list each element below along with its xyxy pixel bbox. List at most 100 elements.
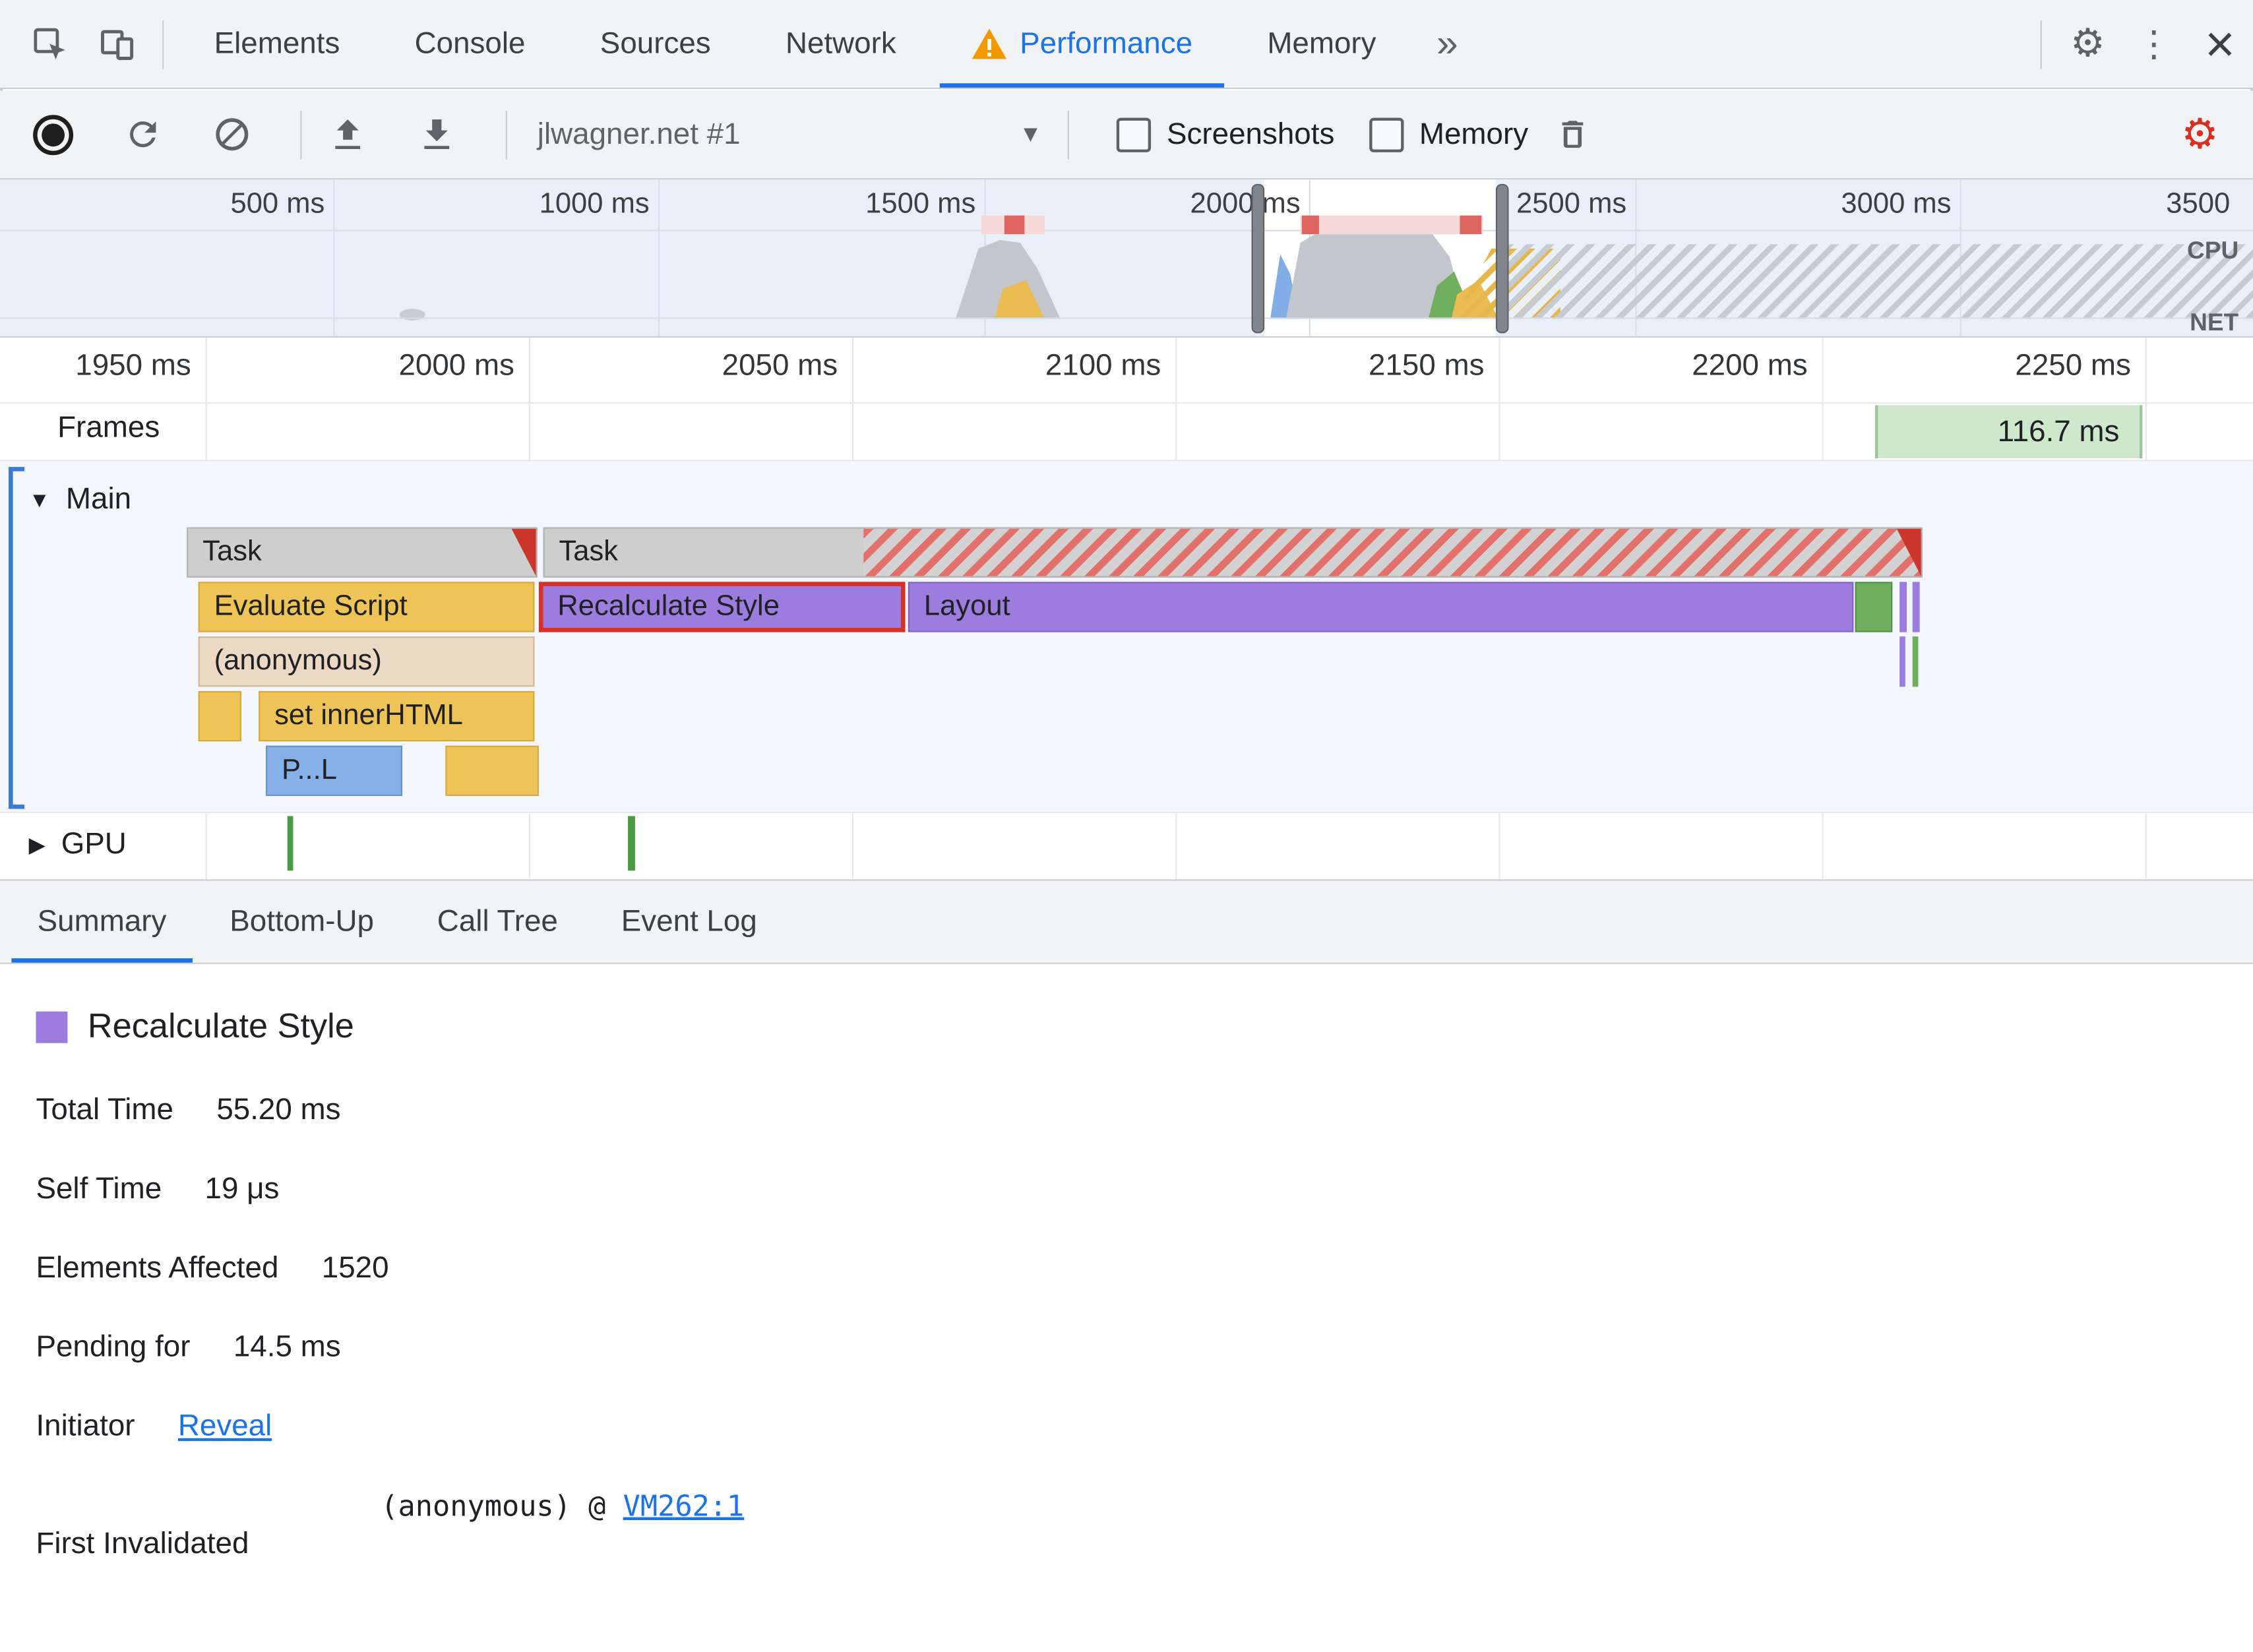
capture-settings-icon[interactable]: ⚙ (2167, 102, 2233, 168)
warning-icon (971, 27, 1006, 60)
flame-bar-label: (anonymous) (214, 645, 382, 677)
toolbar-divider (2040, 19, 2042, 69)
long-task-flag-icon (1896, 528, 1921, 576)
flame-bar-set-innerhtml[interactable]: set innerHTML (259, 690, 535, 742)
source-location-link[interactable]: VM262:1 (623, 1488, 745, 1523)
cpu-hatch-unattributed (1506, 244, 2253, 319)
tab-memory[interactable]: Memory (1230, 0, 1414, 88)
devtools-window: Elements Console Sources Network Perform… (0, 0, 2253, 1652)
memory-checkbox[interactable] (1369, 117, 1404, 152)
toolbar-divider (162, 19, 164, 69)
window-handle-left[interactable] (1251, 183, 1265, 334)
flame-bar-script[interactable] (445, 745, 539, 796)
flame-bar-label: Evaluate Script (214, 590, 408, 623)
ruler-tick: 2050 ms (722, 349, 838, 382)
frames-row-line (0, 402, 2253, 404)
flame-bar-sliver[interactable] (1899, 582, 1907, 632)
summary-pane: Recalculate Style Total Time 55.20 ms Se… (0, 964, 2253, 1652)
long-task-marker (1460, 215, 1482, 235)
save-profile-icon[interactable] (404, 102, 470, 168)
record-icon (33, 114, 74, 155)
settings-icon[interactable]: ⚙ (2054, 11, 2120, 76)
expand-arrow-icon[interactable]: ▶ (29, 832, 46, 858)
ruler-tick: 2100 ms (1045, 349, 1161, 382)
performance-toolbar: jlwagner.net #1 ▾ Screenshots Memory ⚙ (0, 90, 2253, 180)
devtools-tab-bar: Elements Console Sources Network Perform… (0, 0, 2253, 90)
main-track-header[interactable]: ▼ Main (29, 477, 132, 523)
load-profile-icon[interactable] (315, 102, 381, 168)
more-options-icon[interactable]: ⋮ (2121, 11, 2187, 76)
tab-console[interactable]: Console (377, 0, 563, 88)
flame-bar-recalculate-style[interactable]: Recalculate Style (538, 582, 906, 632)
flame-bar-task[interactable]: Task (543, 527, 1923, 578)
tab-elements[interactable]: Elements (177, 0, 377, 88)
memory-label: Memory (1419, 117, 1529, 150)
cpu-strip-label: CPU (2187, 237, 2239, 264)
summary-row-first-invalidated: First Invalidated (anonymous) @ VM262:1 (36, 1488, 2253, 1580)
memory-toggle[interactable]: Memory (1369, 117, 1528, 152)
main-track-label: Main (65, 483, 132, 516)
flame-bar-label: set innerHTML (274, 699, 463, 731)
profile-select[interactable]: jlwagner.net #1 ▾ (538, 117, 1037, 152)
tab-network[interactable]: Network (748, 0, 933, 88)
flame-chart-panel[interactable]: 1950 ms 2000 ms 2050 ms 2100 ms 2150 ms … (0, 337, 2253, 880)
flame-bar-label: P...L (282, 754, 338, 786)
flame-bar-layout[interactable]: Layout (908, 582, 1854, 632)
tab-event-log[interactable]: Event Log (590, 880, 789, 962)
long-task-band (1300, 215, 1483, 235)
timeline-overview[interactable]: 500 ms 1000 ms 1500 ms 2000 ms 2500 ms 3… (0, 179, 2253, 338)
reload-and-record-button[interactable] (109, 102, 175, 168)
toolbar-divider (1067, 109, 1069, 159)
long-task-marker (1301, 215, 1319, 235)
tab-performance[interactable]: Performance (933, 0, 1229, 88)
frame-duration-badge[interactable]: 116.7 ms (1875, 405, 2143, 458)
flame-bar-anonymous[interactable]: (anonymous) (198, 636, 535, 687)
summary-row: Elements Affected 1520 (36, 1252, 2253, 1286)
inspect-icon[interactable] (17, 11, 83, 76)
screenshots-toggle[interactable]: Screenshots (1116, 117, 1334, 152)
long-task-marker (1004, 215, 1025, 235)
record-button[interactable] (20, 102, 86, 168)
tab-bottom-up[interactable]: Bottom-Up (198, 880, 406, 962)
summary-row: Self Time 19 μs (36, 1173, 2253, 1207)
summary-row-value: 14.5 ms (233, 1330, 341, 1364)
panel-tabs: Elements Console Sources Network Perform… (177, 0, 1481, 88)
ruler-tick: 2200 ms (1692, 349, 1808, 382)
clear-recording-button[interactable] (199, 102, 264, 168)
flame-bar-evaluate-script[interactable]: Evaluate Script (198, 582, 535, 632)
flame-bar-task[interactable]: Task (187, 527, 538, 578)
close-icon[interactable]: × (2187, 11, 2253, 76)
flame-bar-paint[interactable] (1855, 582, 1893, 632)
more-tabs-icon[interactable]: » (1413, 0, 1481, 88)
summary-row-label: Self Time (36, 1172, 162, 1206)
summary-row: Pending for 14.5 ms (36, 1330, 2253, 1364)
flame-bar-sliver[interactable] (1912, 636, 1919, 687)
tab-sources[interactable]: Sources (563, 0, 748, 88)
tab-call-tree[interactable]: Call Tree (406, 880, 590, 962)
gpu-track-header[interactable]: ▶ GPU (29, 822, 127, 868)
tab-performance-label: Performance (1020, 26, 1193, 60)
screenshots-checkbox[interactable] (1116, 117, 1152, 152)
net-strip-label: NET (2190, 309, 2239, 336)
gpu-activity-mark (628, 816, 635, 871)
net-strip-line (0, 317, 2253, 319)
reveal-link[interactable]: Reveal (178, 1409, 272, 1444)
flame-bar-sliver[interactable] (1912, 582, 1920, 632)
summary-row-initiator: Initiator Reveal (36, 1409, 2253, 1444)
summary-row: Total Time 55.20 ms (36, 1093, 2253, 1128)
flame-bar-parse-html[interactable]: P...L (266, 745, 403, 796)
long-task-stripes (863, 528, 1921, 576)
flame-bar-sliver[interactable] (1899, 636, 1905, 687)
window-handle-right[interactable] (1495, 183, 1509, 334)
summary-title: Recalculate Style (87, 1007, 354, 1047)
profile-select-value: jlwagner.net #1 (537, 117, 741, 150)
ruler-tick: 2250 ms (2015, 349, 2131, 382)
device-toolbar-icon[interactable] (83, 11, 149, 76)
flame-bar-script[interactable] (198, 690, 242, 742)
toolbar-divider (300, 109, 302, 159)
tab-summary[interactable]: Summary (6, 880, 199, 963)
trash-icon[interactable] (1540, 102, 1606, 168)
ruler-tick: 2000 ms (398, 349, 514, 382)
first-invalidated-label: First Invalidated (36, 1527, 249, 1560)
collapse-arrow-icon[interactable]: ▼ (29, 488, 50, 512)
